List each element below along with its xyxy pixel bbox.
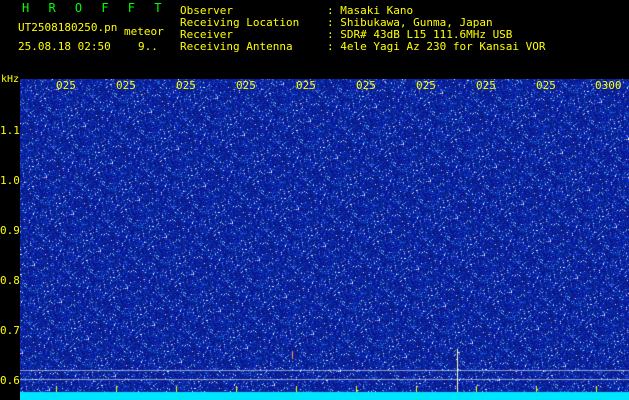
header-title: H R O F F T	[22, 1, 168, 15]
x-tick-5: 025	[296, 79, 316, 92]
x-tick-2: 025	[116, 79, 136, 92]
y-axis-unit: kHz	[1, 74, 20, 85]
header-count: 9..	[138, 40, 158, 53]
header-datetime: 25.08.18 02:50	[18, 40, 111, 53]
y-tick-6: 0.6	[0, 374, 20, 387]
y-tick-2: 1.0	[0, 174, 20, 187]
y-tick-4: 0.8	[0, 274, 20, 287]
x-tick-3: 025	[176, 79, 196, 92]
x-tick-9: 025	[536, 79, 556, 92]
waterfall-plot	[20, 79, 629, 400]
header-type: meteor	[124, 25, 164, 38]
header-filename: UT2508180250.pn	[18, 21, 118, 34]
x-tick-10: 0300	[595, 79, 622, 92]
antenna-label: Receiving Antenna	[180, 40, 293, 53]
y-tick-5: 0.7	[0, 324, 20, 337]
y-tick-3: 0.9	[0, 224, 20, 237]
x-tick-7: 025	[416, 79, 436, 92]
x-tick-6: 025	[356, 79, 376, 92]
x-tick-8: 025	[476, 79, 496, 92]
x-tick-4: 025	[236, 79, 256, 92]
y-tick-1: 1.1	[0, 124, 20, 137]
waterfall-canvas	[20, 79, 629, 400]
x-tick-1: 025	[56, 79, 76, 92]
antenna-value: : 4ele Yagi Az 230 for Kansai VOR	[327, 40, 546, 53]
